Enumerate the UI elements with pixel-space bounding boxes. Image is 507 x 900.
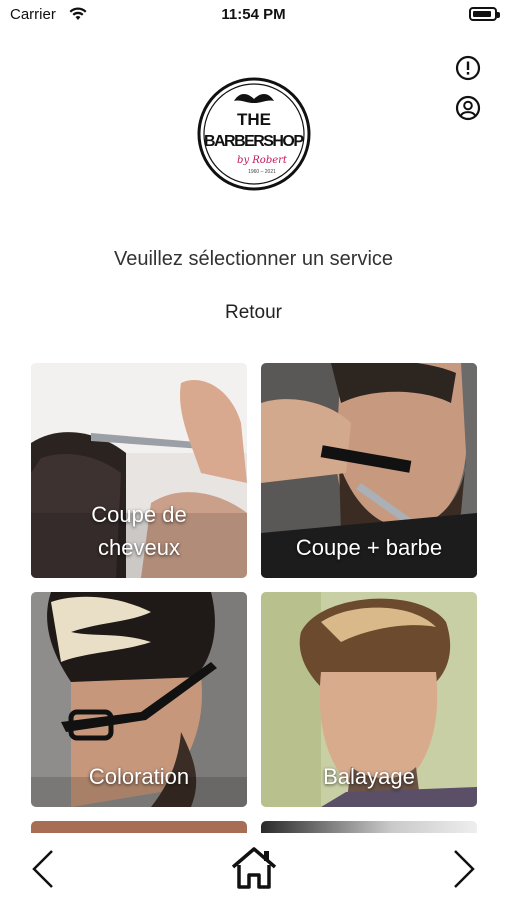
battery-icon — [469, 7, 500, 21]
service-tile-coloration[interactable]: Coloration — [31, 592, 247, 807]
svg-text:by Robert: by Robert — [237, 155, 288, 166]
chevron-right-icon[interactable] — [449, 847, 479, 891]
barbershop-logo: THE BARBERSHOP by Robert 1960 – 2021 — [197, 77, 311, 191]
service-label: Coloration — [88, 764, 190, 789]
bottom-navigation — [0, 833, 507, 900]
svg-text:1960 – 2021: 1960 – 2021 — [248, 169, 276, 175]
home-icon[interactable] — [229, 845, 279, 891]
clock: 11:54 PM — [221, 6, 286, 23]
battery-level — [473, 11, 491, 17]
svg-text:BARBERSHOP: BARBERSHOP — [204, 133, 304, 150]
page-prompt: Veuillez sélectionner un service — [113, 248, 394, 270]
status-bar: Carrier 11:54 PM — [0, 0, 507, 30]
service-tile-partial[interactable] — [31, 821, 247, 833]
service-label: Coupe de cheveux — [91, 502, 187, 560]
user-circle-icon[interactable] — [455, 95, 481, 121]
service-tile-partial[interactable] — [261, 821, 477, 833]
back-link[interactable]: Retour — [0, 302, 507, 324]
service-label: Balayage — [323, 764, 415, 789]
service-tile-balayage[interactable]: Balayage — [261, 592, 477, 807]
services-grid: Coupe de cheveux Coupe + barbe Coloratio… — [31, 363, 477, 833]
service-photo — [261, 821, 477, 833]
service-photo — [31, 821, 247, 833]
svg-text:THE: THE — [237, 110, 271, 129]
service-tile-coupe-de-cheveux[interactable]: Coupe de cheveux — [31, 363, 247, 578]
chevron-left-icon[interactable] — [28, 847, 58, 891]
info-circle-icon[interactable] — [455, 55, 481, 81]
app-screen: Carrier 11:54 PM THE BARBERSHOP by Rober… — [0, 0, 507, 900]
service-tile-coupe-barbe[interactable]: Coupe + barbe — [261, 363, 477, 578]
service-label: Coupe + barbe — [295, 535, 443, 560]
